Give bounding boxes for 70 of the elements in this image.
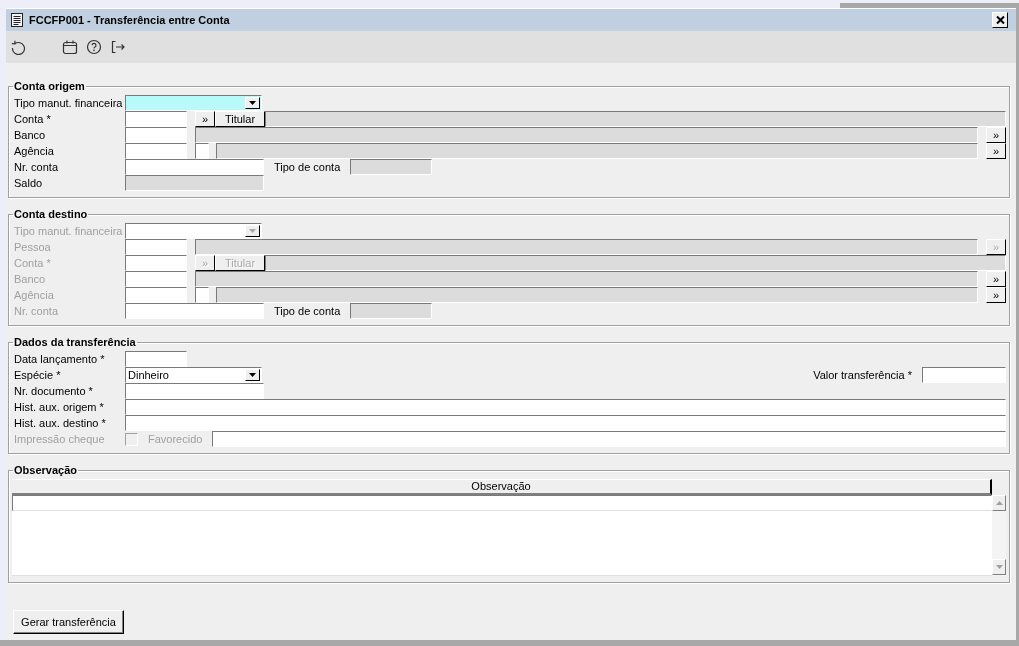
window-title: FCCFP001 - Transferência entre Conta (29, 14, 231, 26)
field-label: Hist. aux. origem * (14, 400, 105, 414)
text-field[interactable] (195, 143, 209, 159)
field-label: Pessoa (14, 240, 52, 254)
field-button[interactable]: Titular (215, 111, 265, 127)
dropdown-button[interactable] (245, 97, 260, 109)
text-field[interactable] (212, 431, 1006, 447)
field-label: Banco (14, 272, 47, 286)
text-field[interactable] (125, 303, 264, 319)
field-label: Agência (14, 144, 55, 158)
field-label: Conta * (14, 256, 52, 270)
caret-down-icon (249, 101, 256, 105)
lookup-button[interactable]: » (195, 111, 215, 127)
field-label: Agência (14, 288, 55, 302)
help-icon[interactable] (86, 39, 102, 55)
text-field[interactable] (125, 399, 1006, 415)
field-label: Data lançamento * (14, 352, 106, 366)
lookup-button[interactable]: » (986, 143, 1006, 159)
field-label: Tipo manut. financeira (14, 96, 124, 110)
text-field[interactable] (125, 111, 187, 127)
text-field[interactable] (125, 271, 187, 287)
field-label: Espécie * (14, 368, 62, 382)
field-label: Impressão cheque (14, 432, 106, 446)
field-label: Nr. documento * (14, 384, 94, 398)
field-label: Conta * (14, 112, 52, 126)
field-label: Saldo (14, 176, 44, 190)
up-arrow-icon (995, 501, 1003, 505)
close-icon (995, 16, 1005, 24)
section-title: Conta destino (13, 208, 89, 221)
field-label: Valor transferência * (813, 368, 912, 382)
field-label: Banco (14, 128, 47, 142)
text-field[interactable] (125, 159, 264, 175)
text-field[interactable] (125, 127, 187, 143)
row-input-field[interactable] (12, 495, 992, 511)
text-field[interactable] (922, 367, 1006, 383)
scroll-down-button[interactable] (992, 559, 1006, 575)
text-field[interactable] (125, 143, 187, 159)
section-title: Observação (13, 464, 78, 477)
exit-icon[interactable] (110, 39, 126, 55)
text-field[interactable] (125, 239, 187, 255)
section-title: Conta origem (13, 80, 86, 93)
section-title: Dados da transferência (13, 336, 137, 349)
caret-down-icon (249, 373, 256, 377)
text-field[interactable] (125, 415, 1006, 431)
scrollbar[interactable] (992, 495, 1006, 576)
column-header[interactable]: Observação (12, 479, 992, 495)
text-field[interactable] (195, 287, 209, 303)
scroll-up-button[interactable] (992, 495, 1006, 511)
field-label: Nr. conta (14, 304, 60, 318)
down-arrow-icon (995, 565, 1003, 569)
text-field[interactable] (125, 351, 187, 367)
dropdown-field[interactable]: Dinheiro (125, 367, 262, 383)
caret-down-icon (249, 229, 256, 233)
text-field[interactable] (125, 255, 187, 271)
text-field[interactable] (125, 287, 187, 303)
dropdown-field[interactable] (125, 95, 262, 111)
field-label: Nr. conta (14, 160, 60, 174)
calendar-icon[interactable] (62, 39, 78, 55)
action-button[interactable]: Gerar transferência (13, 610, 124, 634)
close-button[interactable] (992, 12, 1008, 28)
field-label: Hist. aux. destino * (14, 416, 107, 430)
text-field[interactable] (125, 383, 264, 399)
document-icon (11, 13, 23, 27)
field-label: Tipo de conta (274, 160, 341, 174)
field-label: Tipo de conta (274, 304, 341, 318)
circular-arrow-icon[interactable] (10, 39, 26, 55)
field-label: Tipo manut. financeira (14, 224, 124, 238)
dropdown-button[interactable] (245, 369, 260, 381)
field-label: Favorecido (148, 432, 203, 446)
lookup-button[interactable]: » (986, 127, 1006, 143)
